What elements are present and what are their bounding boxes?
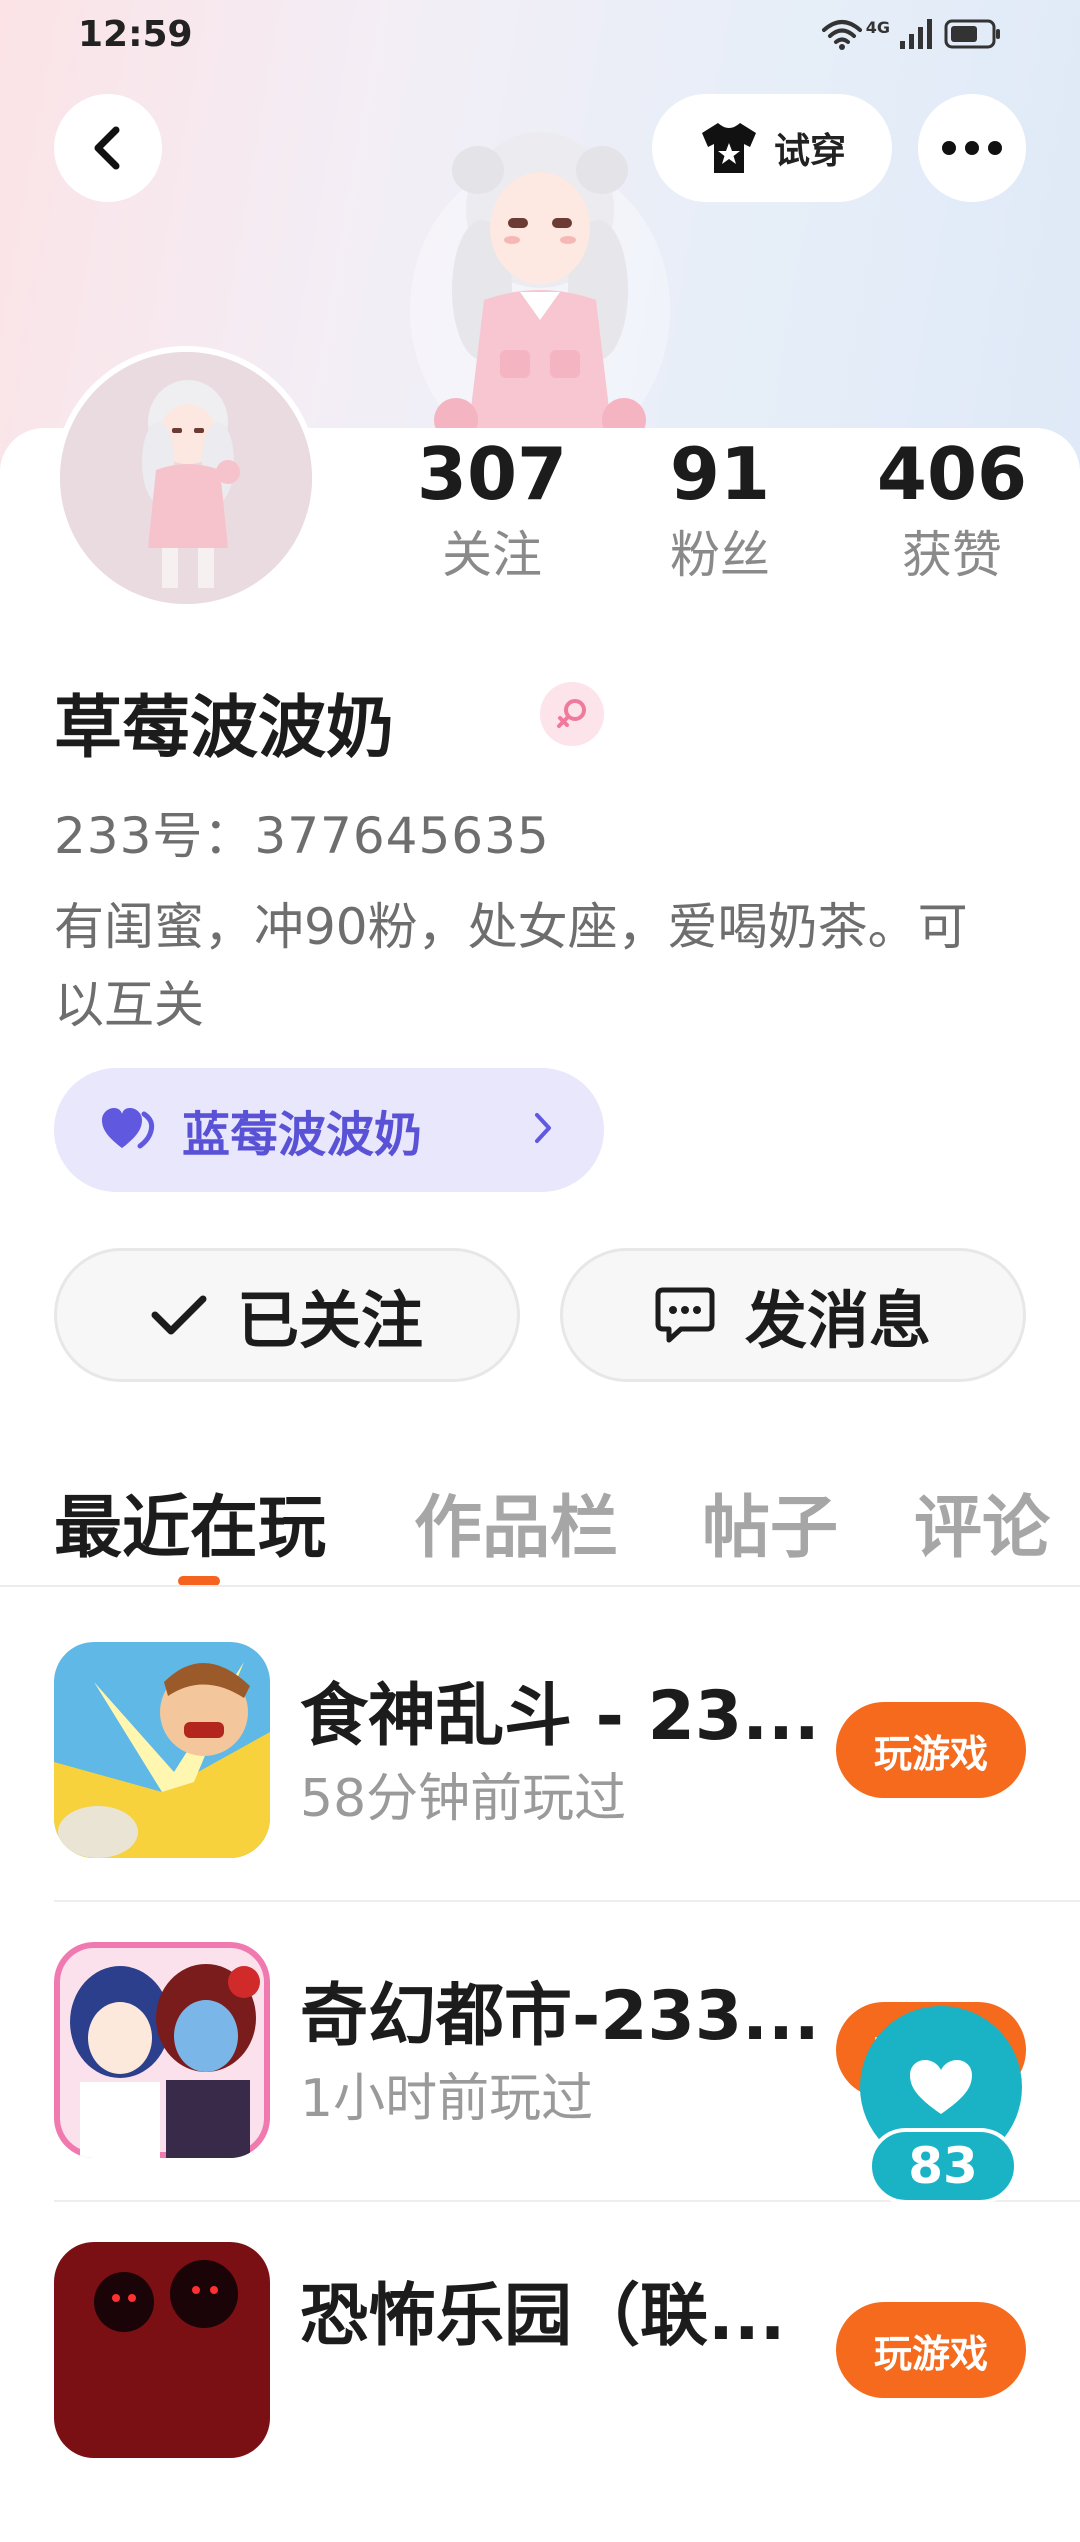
signal-icon (900, 19, 932, 49)
try-on-label: 试穿 (773, 131, 846, 172)
tab-recently-played[interactable]: 最近在玩 (54, 1472, 326, 1571)
tab-posts[interactable]: 帖子 (702, 1472, 838, 1571)
message-button-label: 发消息 (744, 1284, 931, 1357)
stat-following[interactable]: 307 关注 (392, 432, 592, 590)
game-list-item[interactable]: 恐怖乐园（联... 玩游戏 (0, 2242, 1080, 2542)
follow-button[interactable]: 已关注 (54, 1248, 520, 1382)
stat-likes[interactable]: 406 获赞 (852, 432, 1052, 590)
tshirt-icon (701, 123, 756, 173)
back-arrow-icon (94, 126, 120, 170)
wifi-icon (821, 20, 862, 50)
stat-label: 获赞 (902, 526, 1002, 584)
cp-tag-label: 蓝莓波波奶 (182, 1107, 423, 1163)
tab-works[interactable]: 作品栏 (414, 1472, 618, 1571)
tabs-divider (0, 1585, 1080, 1587)
heart-icon (102, 1108, 155, 1149)
like-bubble[interactable]: 83 (860, 2006, 1028, 2206)
back-button[interactable] (54, 94, 162, 202)
stat-fans[interactable]: 91 粉丝 (620, 432, 820, 590)
game-last-played: 1小时前玩过 (300, 2069, 594, 2129)
try-on-button[interactable]: 试穿 (652, 94, 892, 202)
follow-button-label: 已关注 (236, 1284, 423, 1357)
female-icon (557, 699, 586, 728)
game-title: 食神乱斗 - 23... (300, 1677, 820, 1756)
like-count: 83 (868, 2128, 1018, 2204)
tab-comments[interactable]: 评论 (914, 1472, 1050, 1571)
profile-stats: 307 关注 91 粉丝 406 获赞 (0, 432, 1080, 612)
chevron-right-icon (535, 1113, 551, 1143)
message-button[interactable]: 发消息 (560, 1248, 1026, 1382)
bio-text: 有闺蜜，冲90粉，处女座，爱喝奶茶。可以互关 (54, 898, 968, 1034)
stat-label: 粉丝 (670, 526, 770, 584)
heart-icon (910, 2060, 972, 2114)
stat-value: 406 (876, 432, 1028, 516)
user-id[interactable]: 233号：377645635 (54, 796, 550, 868)
more-button[interactable] (918, 94, 1026, 202)
check-icon (151, 1295, 207, 1335)
stat-value: 307 (416, 432, 568, 516)
game-icon-image (54, 2242, 270, 2458)
cp-tag[interactable]: 蓝莓波波奶 (54, 1068, 604, 1192)
game-icon-image (54, 1642, 270, 1858)
battery-icon (944, 19, 1000, 49)
stat-value: 91 (669, 432, 771, 516)
play-game-button[interactable]: 玩游戏 (836, 1702, 1026, 1798)
status-bar: 12:59 4G (0, 0, 1080, 72)
game-list-item[interactable]: 食神乱斗 - 23... 58分钟前玩过 玩游戏 (0, 1642, 1080, 1942)
status-time: 12:59 (78, 14, 193, 55)
game-title: 奇幻都市-233... (300, 1977, 820, 2056)
stat-label: 关注 (442, 526, 542, 584)
game-title: 恐怖乐园（联... (300, 2277, 786, 2356)
username: 草莓波波奶 (54, 689, 395, 768)
play-game-button[interactable]: 玩游戏 (836, 2302, 1026, 2398)
network-type-label: 4G (865, 17, 890, 37)
more-dots-icon (942, 141, 1002, 155)
profile-tabs: 最近在玩 作品栏 帖子 评论 (0, 1460, 1080, 1588)
game-last-played: 58分钟前玩过 (300, 1769, 627, 1829)
status-icons: 4G (821, 17, 1002, 50)
gender-badge (540, 682, 604, 746)
row-divider (54, 1900, 1080, 1902)
avatar-figure-image (410, 132, 670, 450)
chat-bubble-icon (655, 1287, 715, 1343)
game-icon-image (54, 1942, 270, 2158)
